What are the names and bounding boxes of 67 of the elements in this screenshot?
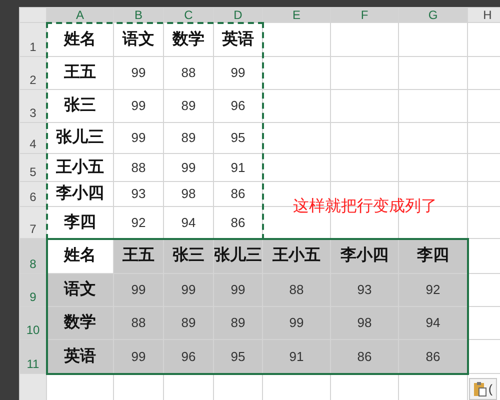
table-cell: 99: [262, 306, 330, 340]
table-cell: 89: [214, 306, 262, 340]
column-header[interactable]: D: [214, 8, 262, 22]
column-header[interactable]: B: [114, 8, 164, 22]
table-cell: 94: [398, 306, 468, 340]
table-cell: 王小五: [46, 154, 114, 182]
row-header[interactable]: 2: [20, 56, 46, 90]
table-cell: 98: [164, 182, 214, 206]
annotation-text: 这样就把行变成列了: [293, 196, 437, 216]
table-cell: 88: [164, 56, 214, 90]
row-header[interactable]: 11: [20, 340, 46, 374]
row-header[interactable]: 6: [20, 182, 46, 206]
table-cell: 张儿三: [214, 238, 262, 274]
table-cell: 88: [262, 274, 330, 306]
row-header[interactable]: 10: [20, 306, 46, 340]
table-cell: 88: [114, 306, 164, 340]
table-cell: 99: [114, 340, 164, 374]
table-cell: 93: [114, 182, 164, 206]
table-cell: 99: [114, 56, 164, 90]
table-cell: 李四: [398, 238, 468, 274]
table-cell: 95: [214, 340, 262, 374]
table-cell: 张三: [164, 238, 214, 274]
row-header[interactable]: 1: [20, 22, 46, 56]
select-all-corner[interactable]: [20, 8, 46, 22]
paste-options-button[interactable]: (: [468, 378, 496, 400]
row-header[interactable]: 3: [20, 90, 46, 122]
table-cell: 98: [330, 306, 398, 340]
column-header[interactable]: F: [330, 8, 398, 22]
table-cell: 王五: [46, 56, 114, 90]
table-cell: 99: [214, 56, 262, 90]
row-header[interactable]: 9: [20, 274, 46, 306]
table-cell: 91: [262, 340, 330, 374]
table-cell: 张三: [46, 90, 114, 122]
table-cell: 王五: [114, 238, 164, 274]
clipboard-icon: [472, 380, 486, 396]
row-header[interactable]: 8: [20, 238, 46, 274]
row-header[interactable]: 7: [20, 206, 46, 238]
table-cell: 99: [114, 122, 164, 154]
table-cell: 99: [114, 274, 164, 306]
column-header[interactable]: C: [164, 8, 214, 22]
table-cell: 89: [164, 306, 214, 340]
column-header[interactable]: H: [468, 8, 500, 22]
table-cell: 李小四: [330, 238, 398, 274]
table-cell: 99: [164, 154, 214, 182]
table-cell: 96: [164, 340, 214, 374]
table-cell: 99: [214, 274, 262, 306]
column-header[interactable]: E: [262, 8, 330, 22]
table-cell: 96: [214, 90, 262, 122]
table-cell: 99: [164, 274, 214, 306]
table-cell: 李小四: [46, 182, 114, 206]
table-cell: 数学: [46, 306, 114, 340]
row-header[interactable]: 4: [20, 122, 46, 154]
table-cell: 86: [330, 340, 398, 374]
row-header[interactable]: 5: [20, 154, 46, 182]
table-cell: 92: [398, 274, 468, 306]
table-cell: 王小五: [262, 238, 330, 274]
column-header[interactable]: G: [398, 8, 468, 22]
column-header[interactable]: A: [46, 8, 114, 22]
table-cell: 英语: [46, 340, 114, 374]
table-cell: 89: [164, 122, 214, 154]
table-cell: 88: [114, 154, 164, 182]
table-cell: 语文: [46, 274, 114, 306]
table-cell: 张儿三: [46, 122, 114, 154]
table-cell: 93: [330, 274, 398, 306]
table-cell: 89: [164, 90, 214, 122]
table-cell: 86: [398, 340, 468, 374]
table-cell: 99: [114, 90, 164, 122]
